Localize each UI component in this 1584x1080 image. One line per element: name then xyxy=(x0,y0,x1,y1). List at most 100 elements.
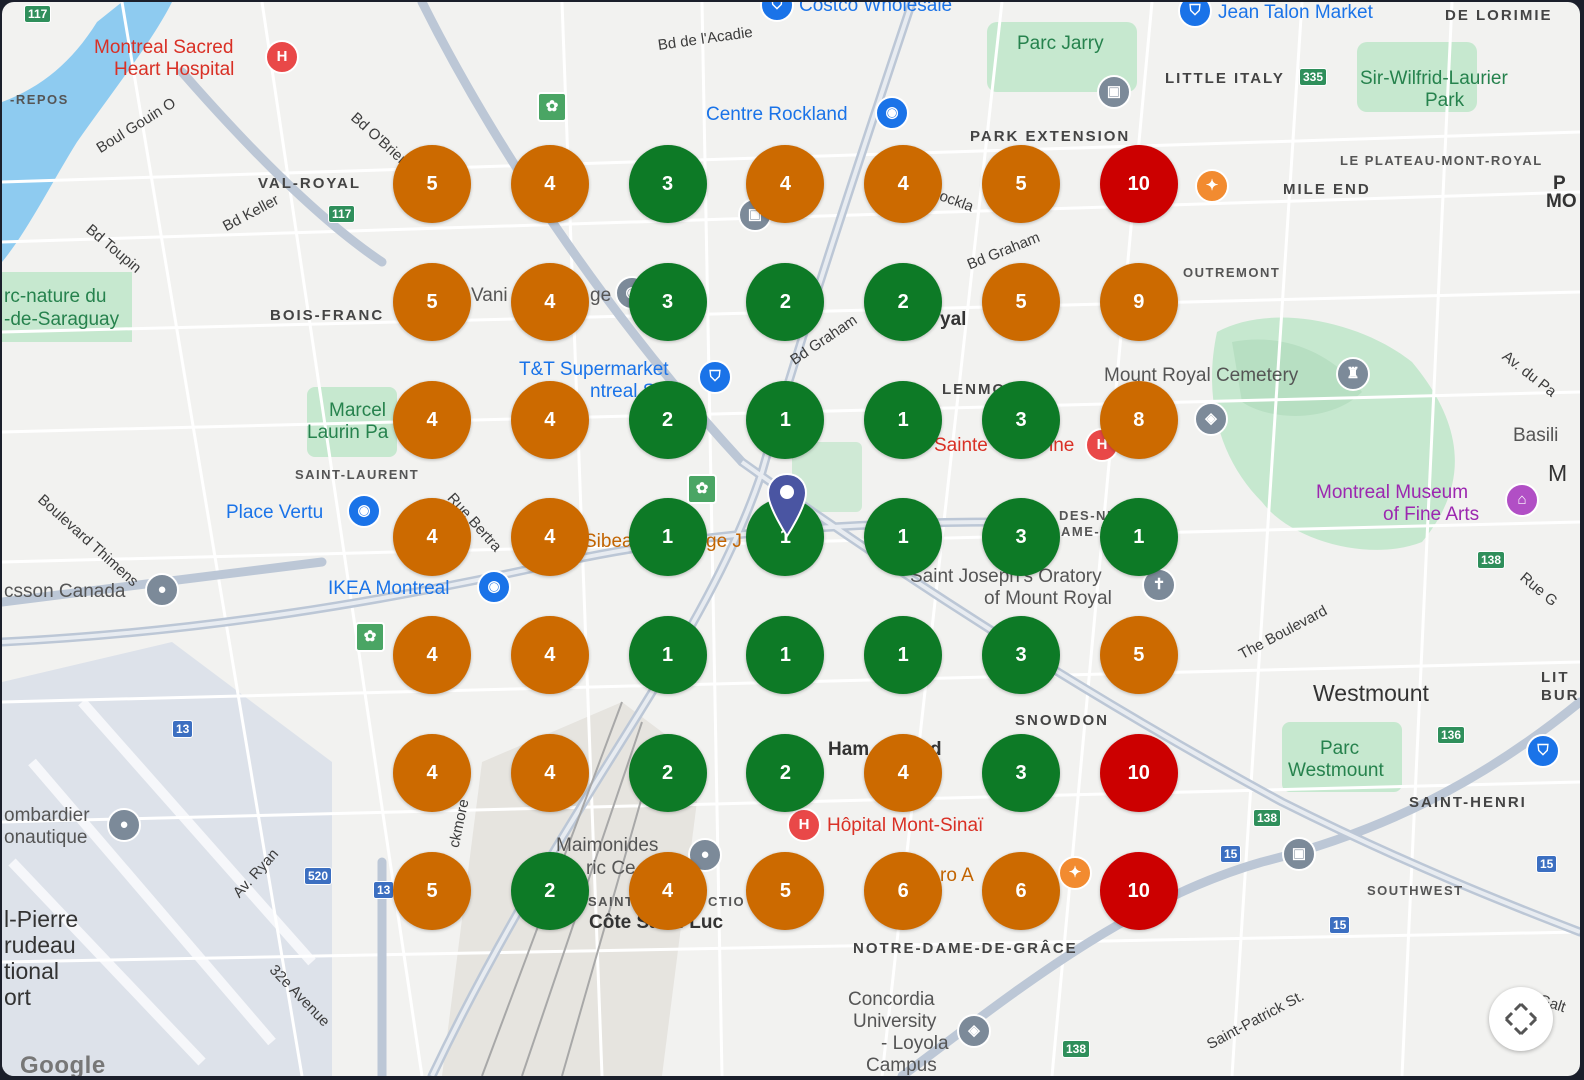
rank-marker[interactable]: 3 xyxy=(982,734,1060,812)
place-label: Heart Hospital xyxy=(114,59,235,80)
rank-marker[interactable]: 4 xyxy=(510,616,589,695)
place-label: Centre Rockland xyxy=(706,104,848,125)
rank-marker[interactable]: 4 xyxy=(510,498,589,577)
rank-marker[interactable]: 1 xyxy=(1099,498,1178,577)
rank-marker[interactable]: 4 xyxy=(746,145,825,223)
highway-shield: 138 xyxy=(1062,1040,1091,1058)
poi-poi-icon[interactable]: ▣ xyxy=(1097,75,1131,109)
place-label: Costco Wholesale xyxy=(799,2,953,16)
rank-marker[interactable]: 4 xyxy=(510,380,589,459)
rank-marker[interactable]: 4 xyxy=(510,262,589,341)
rank-marker[interactable]: 5 xyxy=(746,851,825,930)
place-label: -de-Saraguay xyxy=(4,309,120,330)
poi-poi-icon[interactable]: ● xyxy=(107,808,141,842)
district-label: DE LORIMIE xyxy=(1445,7,1553,24)
fullscreen-icon xyxy=(1504,1002,1538,1036)
rank-marker[interactable]: 4 xyxy=(864,734,943,812)
rank-marker[interactable]: 5 xyxy=(393,262,471,341)
place-label: T&T Supermarket xyxy=(519,359,669,380)
poi-poi-icon[interactable]: ▣ xyxy=(1282,837,1316,871)
place-label: ombardier xyxy=(4,805,90,826)
rank-marker[interactable]: 2 xyxy=(746,734,825,812)
rank-marker[interactable]: 1 xyxy=(864,616,943,695)
rank-marker[interactable]: 5 xyxy=(393,145,471,223)
rank-marker[interactable]: 2 xyxy=(510,851,589,930)
place-label: ric Ce xyxy=(586,858,636,879)
rank-marker[interactable]: 1 xyxy=(628,616,707,695)
place-label: Sainte xyxy=(934,435,988,456)
food-poi-icon[interactable]: ✦ xyxy=(1195,169,1229,203)
place-label: of Mount Royal xyxy=(984,588,1112,609)
food-poi-icon[interactable]: ✦ xyxy=(1058,856,1092,890)
rank-marker[interactable]: 10 xyxy=(1099,851,1178,930)
rank-marker[interactable]: 2 xyxy=(864,262,943,341)
rank-marker[interactable]: 10 xyxy=(1099,145,1178,223)
map-view[interactable]: VAL-ROYAL BOIS-FRANC SAINT-LAURENT PARK EXT… xyxy=(2,2,1580,1076)
rank-marker[interactable]: 4 xyxy=(393,734,471,812)
district-label: SAINT xyxy=(588,894,635,909)
place-label: ge xyxy=(590,285,612,306)
rank-marker[interactable]: 3 xyxy=(982,616,1060,695)
highway-shield: 15 xyxy=(1220,845,1242,863)
rank-marker[interactable]: 5 xyxy=(982,262,1060,341)
poi-poi-icon[interactable]: ● xyxy=(145,573,179,607)
rank-marker[interactable]: 9 xyxy=(1099,262,1178,341)
place-label: ro A xyxy=(940,865,974,886)
rank-marker[interactable]: 3 xyxy=(628,145,707,223)
rank-marker[interactable]: 2 xyxy=(628,380,707,459)
shop-poi-icon[interactable]: ◉ xyxy=(875,96,909,130)
rank-marker[interactable]: 3 xyxy=(628,262,707,341)
hosp-poi-icon[interactable]: H xyxy=(787,808,821,842)
rank-marker[interactable]: 1 xyxy=(746,380,825,459)
rank-marker[interactable]: 8 xyxy=(1099,380,1178,459)
highway-shield: 138 xyxy=(1477,551,1506,569)
rank-marker[interactable]: 4 xyxy=(864,145,943,223)
place-label: Basili xyxy=(1513,425,1559,446)
place-label: Parc xyxy=(1320,738,1360,759)
fullscreen-button[interactable] xyxy=(1489,987,1553,1051)
district-label: -REPOS xyxy=(10,92,69,107)
government-office-icon[interactable]: ✿ xyxy=(537,92,567,122)
government-office-icon[interactable]: ✿ xyxy=(687,474,717,504)
rank-marker[interactable]: 6 xyxy=(864,851,943,930)
rank-marker[interactable]: 3 xyxy=(982,380,1060,459)
rank-marker[interactable]: 1 xyxy=(628,498,707,577)
map-pin-icon[interactable] xyxy=(766,472,808,538)
rank-marker[interactable]: 4 xyxy=(510,145,589,223)
rank-marker[interactable]: 2 xyxy=(628,734,707,812)
rank-marker[interactable]: 6 xyxy=(982,851,1060,930)
shop-poi-icon[interactable]: ⛉ xyxy=(1526,734,1560,768)
poi-poi-icon[interactable]: ◈ xyxy=(957,1014,991,1048)
rank-marker[interactable]: 4 xyxy=(628,851,707,930)
rank-marker[interactable]: 4 xyxy=(393,380,471,459)
place-label: Park xyxy=(1425,90,1465,111)
place-label: Vani xyxy=(471,285,508,306)
poi-poi-icon[interactable]: ◈ xyxy=(1194,402,1228,436)
rank-marker[interactable]: 4 xyxy=(393,616,471,695)
highway-shield: 15 xyxy=(1329,916,1351,934)
museum-poi-icon[interactable]: ⌂ xyxy=(1505,483,1539,517)
rank-marker[interactable]: 4 xyxy=(510,734,589,812)
rank-marker[interactable]: 5 xyxy=(1099,616,1178,695)
rank-marker[interactable]: 10 xyxy=(1099,734,1178,812)
poi-poi-icon[interactable]: ♜ xyxy=(1336,357,1370,391)
place-label: Campus xyxy=(866,1055,937,1076)
rank-marker[interactable]: 2 xyxy=(746,262,825,341)
district-label: CTIO xyxy=(708,894,746,909)
highway-shield: 520 xyxy=(304,867,333,885)
shop-poi-icon[interactable]: ◉ xyxy=(347,494,381,528)
trudeau-airport-area xyxy=(2,642,332,1076)
rank-marker[interactable]: 3 xyxy=(982,498,1060,577)
place-label: M xyxy=(1548,460,1568,486)
place-label: MO xyxy=(1546,191,1577,212)
hosp-poi-icon[interactable]: H xyxy=(265,40,299,74)
rank-marker[interactable]: 5 xyxy=(982,145,1060,223)
highway-shield: 136 xyxy=(1437,726,1466,744)
shop-poi-icon[interactable]: ⛉ xyxy=(698,360,732,394)
rank-marker[interactable]: 1 xyxy=(864,380,943,459)
rank-marker[interactable]: 4 xyxy=(393,498,471,577)
place-label: BURG xyxy=(1541,687,1580,704)
shop-poi-icon[interactable]: ◉ xyxy=(477,570,511,604)
government-office-icon[interactable]: ✿ xyxy=(355,622,385,652)
rank-marker[interactable]: 5 xyxy=(393,851,471,930)
